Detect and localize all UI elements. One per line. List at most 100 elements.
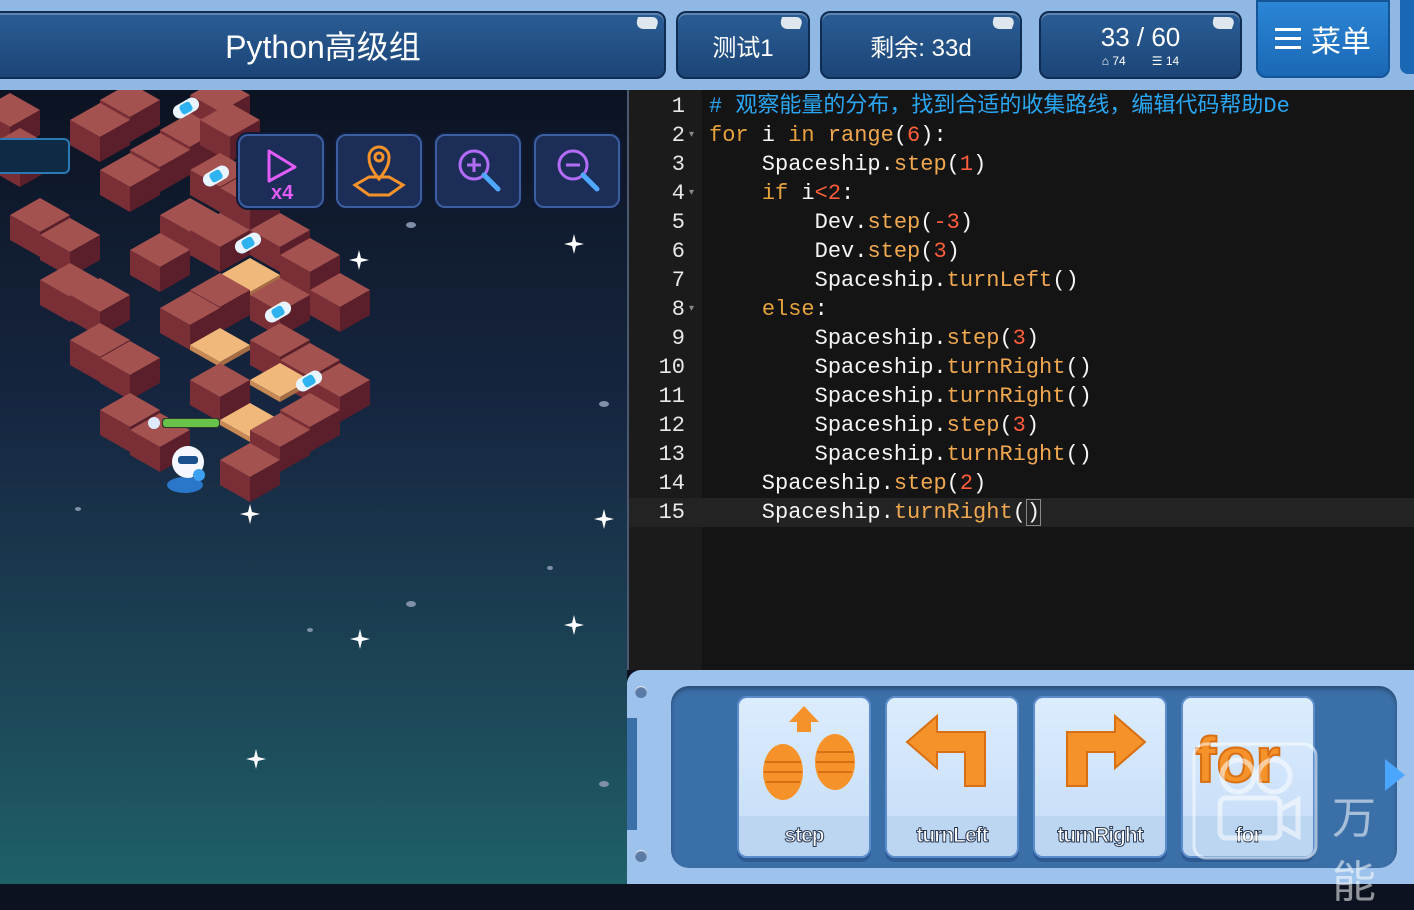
code-token: turnRight	[946, 355, 1066, 380]
turn-right-block-label: turnRight	[1035, 816, 1165, 856]
code-token: Dev.	[709, 239, 868, 264]
code-editor[interactable]: 1 # 观察能量的分布，找到合适的收集路线，编辑代码帮助De 2 ▾ for i in …	[627, 90, 1414, 670]
line-number: 10	[658, 355, 685, 380]
fold-arrow-icon[interactable]: ▾	[689, 179, 694, 208]
code-token: -3	[933, 210, 960, 235]
hidden-input-field[interactable]	[0, 138, 70, 174]
level-title-pill: Python高级组	[0, 11, 666, 79]
line-number: 13	[658, 442, 685, 467]
turn-left-block[interactable]: turnLeft	[885, 696, 1019, 858]
video-camera-icon	[1192, 742, 1318, 860]
line-number: 11	[658, 384, 685, 409]
code-token: turnRight	[946, 442, 1066, 467]
code-token: 2	[827, 181, 842, 206]
code-line[interactable]: 14 Spaceship.step(2)	[629, 469, 1414, 498]
code-line[interactable]: 2 ▾ for i in range(6):	[629, 121, 1414, 150]
code-text: Spaceship.step(3)	[709, 324, 1039, 353]
test-tab[interactable]: 测试1	[676, 11, 810, 79]
step-icon	[763, 706, 855, 800]
line-number: 15	[658, 500, 685, 525]
code-token: ()	[1065, 384, 1092, 409]
turn-right-block[interactable]: turnRight	[1033, 696, 1167, 858]
code-line[interactable]: 4 ▾ if i<2:	[629, 179, 1414, 208]
code-token: ()	[1052, 268, 1079, 293]
fold-arrow-icon[interactable]: ▾	[689, 295, 694, 324]
code-token: )	[1025, 413, 1040, 438]
code-text: if i<2:	[709, 179, 854, 208]
code-line[interactable]: 11 Spaceship.turnRight()	[629, 382, 1414, 411]
code-line[interactable]: 10 Spaceship.turnRight()	[629, 353, 1414, 382]
code-token: Spaceship.	[709, 413, 947, 438]
line-number: 3	[671, 152, 685, 177]
code-line[interactable]: 12 Spaceship.step(3)	[629, 411, 1414, 440]
asteroid	[75, 507, 81, 511]
gloss-decoration	[1209, 17, 1237, 29]
line-number: 12	[658, 413, 685, 438]
rivet	[635, 850, 647, 862]
code-token: 3	[933, 239, 947, 264]
home-stat-value: 74	[1112, 54, 1126, 68]
level-title: Python高级组	[225, 29, 421, 65]
code-line[interactable]: 13 Spaceship.turnRight()	[629, 440, 1414, 469]
asteroid	[547, 566, 553, 570]
code-token: (	[1012, 500, 1026, 525]
turn-left-icon	[905, 713, 986, 787]
code-token: :	[841, 181, 855, 206]
star	[246, 749, 266, 769]
line-number: 8	[671, 297, 685, 322]
code-token: 1	[959, 152, 974, 177]
zoom-out-button[interactable]	[534, 134, 620, 208]
line-number: 2	[671, 123, 685, 148]
code-token: )	[946, 239, 960, 264]
star	[349, 250, 369, 270]
code-token: # 观察能量的分布，找到合适的收集路线，编辑代码帮助De	[709, 94, 1290, 119]
code-token: 2	[959, 471, 974, 496]
code-line[interactable]: 7 Spaceship.turnLeft()	[629, 266, 1414, 295]
line-number: 9	[671, 326, 685, 351]
code-token: turnRight	[893, 500, 1013, 525]
code-line[interactable]: 15 Spaceship.turnRight()	[629, 498, 1414, 527]
code-token: (	[946, 471, 960, 496]
home-icon: ⌂	[1101, 54, 1110, 68]
code-text: Spaceship.turnRight()	[709, 382, 1092, 411]
code-token: Spaceship.	[709, 384, 947, 409]
code-token: turnLeft	[946, 268, 1053, 293]
code-line[interactable]: 3 Spaceship.step(1)	[629, 150, 1414, 179]
code-token: i	[748, 123, 789, 148]
code-token: )	[973, 152, 987, 177]
gloss-decoration	[777, 17, 805, 29]
code-text: Spaceship.turnRight()	[709, 440, 1092, 469]
side-panel-button[interactable]	[1400, 0, 1414, 74]
code-token: )	[973, 471, 987, 496]
game-view[interactable]: x4	[0, 90, 627, 884]
code-token: (	[946, 152, 960, 177]
line-number: 5	[671, 210, 685, 235]
code-line[interactable]: 9 Spaceship.step(3)	[629, 324, 1414, 353]
zoom-in-icon	[458, 149, 501, 192]
code-token: turnRight	[946, 384, 1066, 409]
home-stat: ⌂ 74	[1102, 54, 1126, 68]
code-line[interactable]: 8 ▾ else:	[629, 295, 1414, 324]
remaining-label: 剩余: 33d	[870, 34, 972, 62]
map-location-button[interactable]	[336, 134, 422, 208]
star	[564, 615, 584, 635]
code-token: in	[788, 123, 815, 148]
step-block[interactable]: step	[737, 696, 871, 858]
code-token: Spaceship.	[709, 471, 894, 496]
asteroid	[599, 401, 609, 407]
code-token: ):	[920, 123, 947, 148]
code-line[interactable]: 6 Dev.step(3)	[629, 237, 1414, 266]
menu-button[interactable]: 菜单	[1256, 0, 1390, 78]
code-line[interactable]: 1 # 观察能量的分布，找到合适的收集路线，编辑代码帮助De	[629, 92, 1414, 121]
line-number: 14	[658, 471, 685, 496]
code-token: Spaceship.	[709, 268, 947, 293]
fold-arrow-icon[interactable]: ▾	[689, 121, 694, 150]
step-block-label: step	[739, 816, 869, 856]
code-line[interactable]: 5 Dev.step(-3)	[629, 208, 1414, 237]
code-text: Spaceship.step(2)	[709, 469, 986, 498]
star	[240, 504, 260, 524]
speed-x4-button[interactable]: x4	[238, 134, 324, 208]
zoom-in-button[interactable]	[435, 134, 521, 208]
svg-text:x4: x4	[271, 182, 294, 201]
